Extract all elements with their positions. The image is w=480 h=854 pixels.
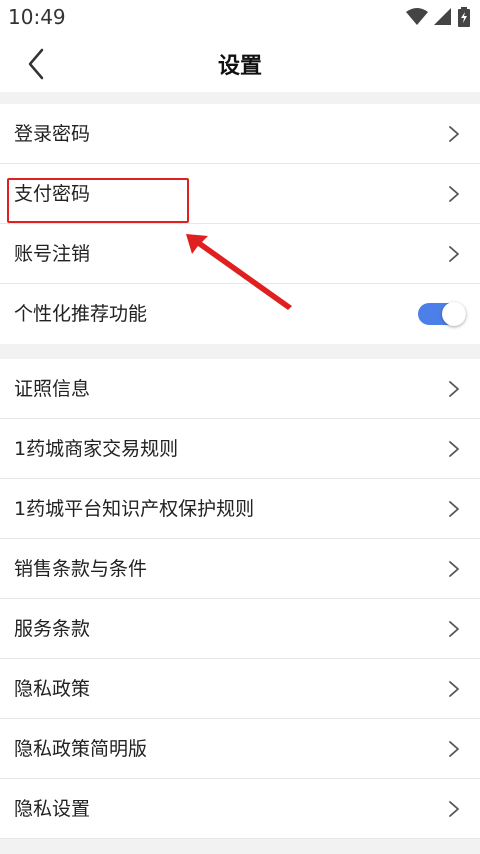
settings-group-info: 证照信息 1药城商家交易规则 1药城平台知识产权保护规则 销售条款与条件 服务条… <box>0 359 480 839</box>
settings-row-label: 证照信息 <box>14 378 91 400</box>
chevron-right-icon <box>449 381 459 397</box>
chevron-right-icon <box>449 501 459 517</box>
settings-row-label: 账号注销 <box>14 243 91 265</box>
settings-row-label: 登录密码 <box>14 123 91 145</box>
personalized-recommendation-toggle[interactable] <box>418 302 466 326</box>
annotation-arrow-icon <box>186 234 292 310</box>
chevron-right-icon <box>449 126 459 142</box>
toggle-knob <box>442 302 466 326</box>
chevron-right-icon <box>449 561 459 577</box>
settings-row-label: 隐私政策简明版 <box>14 738 148 760</box>
settings-row-label: 1药城商家交易规则 <box>14 438 179 460</box>
chevron-right-icon <box>449 741 459 757</box>
wifi-icon <box>406 8 428 25</box>
settings-row-label: 服务条款 <box>14 618 91 640</box>
chevron-right-icon <box>449 681 459 697</box>
settings-row-privacy-policy-brief[interactable]: 隐私政策简明版 <box>0 719 480 779</box>
settings-row-merchant-trade-rules[interactable]: 1药城商家交易规则 <box>0 419 480 479</box>
chevron-right-icon <box>449 801 459 817</box>
settings-row-label: 隐私设置 <box>14 798 91 820</box>
settings-row-service-terms[interactable]: 服务条款 <box>0 599 480 659</box>
annotation-highlight-box <box>7 178 189 223</box>
signal-icon <box>434 8 451 25</box>
settings-row-login-password[interactable]: 登录密码 <box>0 104 480 164</box>
nav-bar: 设置 <box>0 34 480 92</box>
settings-row-sales-terms[interactable]: 销售条款与条件 <box>0 539 480 599</box>
chevron-right-icon <box>449 246 459 262</box>
settings-row-privacy-policy[interactable]: 隐私政策 <box>0 659 480 719</box>
status-bar: 10:49 <box>0 0 480 34</box>
settings-row-privacy-settings[interactable]: 隐私设置 <box>0 779 480 839</box>
status-time: 10:49 <box>8 5 66 29</box>
settings-row-ip-protection-rules[interactable]: 1药城平台知识产权保护规则 <box>0 479 480 539</box>
settings-row-label: 销售条款与条件 <box>14 558 148 580</box>
chevron-right-icon <box>449 186 459 202</box>
chevron-right-icon <box>449 621 459 637</box>
status-icons <box>406 7 470 27</box>
chevron-right-icon <box>449 441 459 457</box>
page-title: 设置 <box>217 54 262 79</box>
settings-row-license-info[interactable]: 证照信息 <box>0 359 480 419</box>
battery-icon <box>458 7 470 27</box>
settings-row-label: 个性化推荐功能 <box>14 303 148 325</box>
settings-row-label: 1药城平台知识产权保护规则 <box>14 498 255 520</box>
settings-row-label: 隐私政策 <box>14 678 91 700</box>
